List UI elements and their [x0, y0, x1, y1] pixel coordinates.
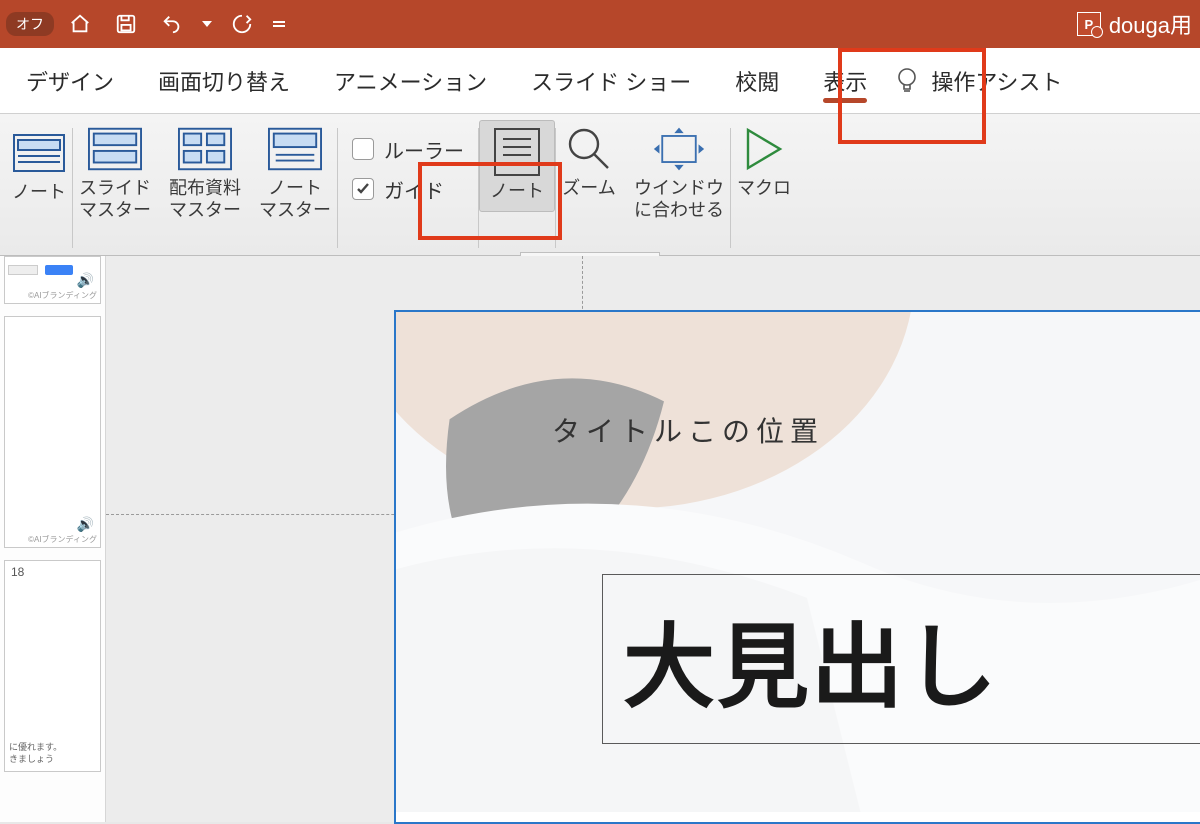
- zoom-button[interactable]: ズーム: [556, 120, 622, 221]
- thumbnail[interactable]: 🔊 ©AIブランディング: [4, 316, 101, 548]
- macro-button[interactable]: マクロ: [731, 120, 797, 200]
- tab-label: 操作アシスト: [931, 65, 1062, 97]
- button-label: マクロ: [737, 178, 791, 200]
- tab-assist[interactable]: 操作アシスト: [925, 48, 1084, 113]
- tab-transitions[interactable]: 画面切り替え: [136, 48, 312, 113]
- zoom-icon: [562, 126, 616, 172]
- qat-customize[interactable]: [268, 4, 290, 44]
- slide-number: 18: [11, 565, 24, 579]
- button-label: ノート マスター: [259, 178, 331, 221]
- tab-label: 画面切り替え: [158, 65, 290, 97]
- hint-text: タイトルこの位置: [552, 416, 824, 447]
- autosave-toggle[interactable]: オフ: [6, 12, 54, 36]
- slide[interactable]: タイトルこの位置 大見出し: [394, 310, 1200, 824]
- tab-design[interactable]: デザイン: [4, 48, 136, 113]
- undo-icon: [161, 13, 183, 35]
- heading-text-box[interactable]: 大見出し: [602, 574, 1200, 744]
- slide-master-button[interactable]: スライド マスター: [73, 120, 157, 221]
- fit-window-button[interactable]: ウインドウ に合わせる: [628, 120, 730, 221]
- thumb-brand: ©AIブランディング: [28, 290, 97, 301]
- tab-view[interactable]: 表示: [801, 48, 889, 113]
- tab-animations[interactable]: アニメーション: [312, 48, 509, 113]
- button-label: ウインドウ に合わせる: [634, 178, 724, 221]
- tab-label: アニメーション: [334, 65, 487, 97]
- thumbnail[interactable]: 🔊 ©AIブランディング: [4, 256, 101, 304]
- chevron-down-icon: [202, 19, 212, 29]
- tab-slideshow[interactable]: スライド ショー: [509, 48, 713, 113]
- thumbnail-panel[interactable]: 🔊 ©AIブランディング 🔊 ©AIブランディング 18 に優れます。 きましょ…: [0, 256, 106, 822]
- redo-button[interactable]: [222, 4, 262, 44]
- note-master-button[interactable]: ノート マスター: [253, 120, 337, 221]
- button-label: スライド マスター: [79, 178, 151, 221]
- outline-icon: [12, 130, 66, 176]
- autosave-label: オフ: [16, 16, 44, 32]
- handout-master-icon: [178, 126, 232, 172]
- notes-icon: [490, 129, 544, 175]
- undo-dropdown[interactable]: [198, 4, 216, 44]
- save-button[interactable]: [106, 4, 146, 44]
- ribbon: ノート スライド マスター 配布資料 マスター ノート マスター ルーラー: [0, 114, 1200, 256]
- save-icon: [115, 13, 137, 35]
- ruler-checkbox[interactable]: [352, 138, 374, 160]
- thumb-audio-icon: 🔊: [77, 272, 94, 289]
- guide-checkbox-row[interactable]: ガイド: [346, 174, 450, 204]
- notes-panel-button[interactable]: ノート: [479, 120, 555, 212]
- slide-master-icon: [88, 126, 142, 172]
- thumb-audio-icon: 🔊: [77, 516, 94, 533]
- ribbon-tabs: デザイン 画面切り替え アニメーション スライド ショー 校閲 表示 操作アシス…: [0, 48, 1200, 114]
- tab-label: 校閲: [735, 65, 779, 97]
- equals-icon: [272, 17, 286, 31]
- heading-text: 大見出し: [623, 593, 999, 726]
- handout-master-button[interactable]: 配布資料 マスター: [163, 120, 247, 221]
- note-master-icon: [268, 126, 322, 172]
- workspace: 🔊 ©AIブランディング 🔊 ©AIブランディング 18 に優れます。 きましょ…: [0, 256, 1200, 822]
- tell-me-icon-wrap: [889, 66, 925, 96]
- thumb-text: きましょう: [9, 752, 54, 765]
- button-label: 配布資料 マスター: [169, 178, 241, 221]
- title-placeholder-hint[interactable]: タイトルこの位置: [552, 410, 824, 450]
- thumbnail[interactable]: 18 に優れます。 きましょう: [4, 560, 101, 772]
- macro-icon: [737, 126, 791, 172]
- tab-label: デザイン: [26, 65, 114, 97]
- redo-icon: [231, 13, 253, 35]
- tab-label: スライド ショー: [531, 65, 691, 97]
- guide-label: ガイド: [384, 175, 444, 204]
- outline-view-button[interactable]: ノート: [6, 120, 72, 204]
- ruler-label: ルーラー: [384, 135, 464, 164]
- fit-window-icon: [652, 126, 706, 172]
- ruler-checkbox-row[interactable]: ルーラー: [346, 134, 470, 164]
- powerpoint-icon: P: [1077, 12, 1101, 36]
- titlebar-right: P douga用: [1077, 0, 1192, 48]
- slide-canvas-area[interactable]: タイトルこの位置 大見出し: [106, 256, 1200, 822]
- lightbulb-icon: [895, 66, 919, 96]
- button-label: ノート: [12, 182, 66, 204]
- button-label: ズーム: [562, 178, 615, 200]
- guide-checkbox[interactable]: [352, 178, 374, 200]
- thumb-brand: ©AIブランディング: [28, 534, 97, 545]
- button-label: ノート: [490, 181, 544, 203]
- tab-label: 表示: [823, 65, 867, 97]
- tab-review[interactable]: 校閲: [713, 48, 801, 113]
- home-button[interactable]: [60, 4, 100, 44]
- file-name: douga用: [1109, 8, 1192, 40]
- undo-button[interactable]: [152, 4, 192, 44]
- titlebar: オフ P douga用: [0, 0, 1200, 48]
- home-icon: [69, 13, 91, 35]
